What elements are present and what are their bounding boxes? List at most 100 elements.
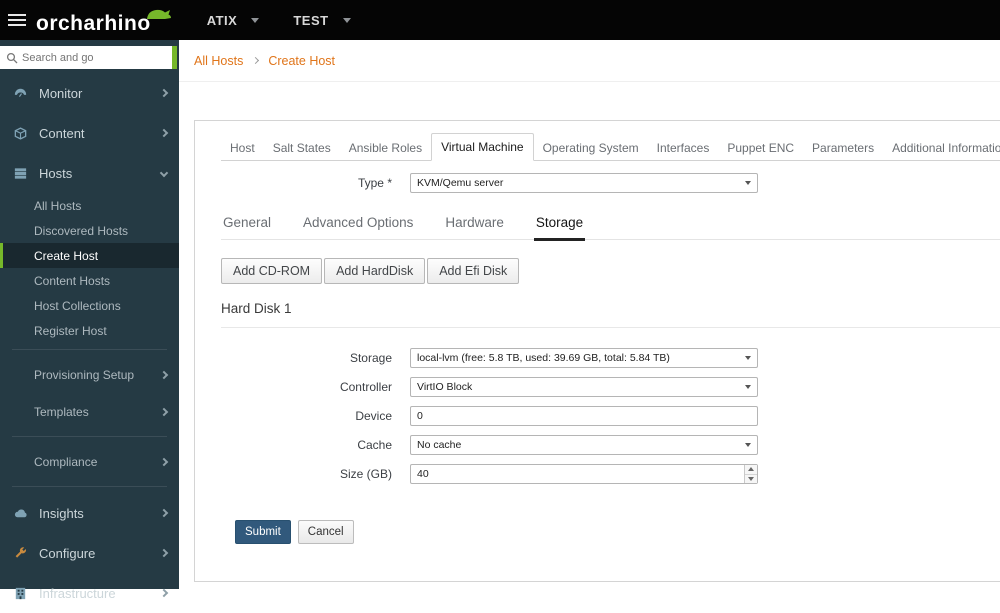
host-form-tabs: Host Salt States Ansible Roles Virtual M… [221, 133, 1000, 161]
subtab-storage[interactable]: Storage [533, 209, 586, 241]
sidebar-item-label: Register Host [34, 323, 107, 338]
chevron-right-icon [252, 56, 260, 65]
chevron-right-icon [159, 457, 169, 466]
divider [12, 436, 167, 437]
storage-field-row: Storage local-lvm (free: 5.8 TB, used: 3… [221, 348, 1000, 368]
compute-type-value: KVM/Qemu server [417, 177, 504, 189]
sidebar-item-label: Compliance [34, 454, 98, 469]
stepper-down-icon[interactable] [745, 473, 757, 484]
create-host-form-card: Host Salt States Ansible Roles Virtual M… [194, 120, 1000, 582]
chevron-right-icon [159, 588, 169, 598]
compute-type-select[interactable]: KVM/Qemu server [410, 173, 758, 193]
cancel-button[interactable]: Cancel [297, 520, 354, 544]
storage-field-label: Storage [349, 351, 392, 365]
sidebar-item-label: Create Host [34, 248, 99, 263]
location-menu[interactable]: TEST [293, 12, 351, 28]
tab-host[interactable]: Host [221, 135, 264, 161]
sidebar-item-host-collections[interactable]: Host Collections [0, 293, 179, 318]
tab-operating-system[interactable]: Operating System [534, 135, 648, 161]
size-field-label: Size (GB) [339, 467, 392, 481]
sidebar-item-configure[interactable]: Configure [0, 533, 179, 573]
sidebar-item-create-host[interactable]: Create Host [0, 243, 179, 268]
chevron-right-icon [159, 508, 169, 518]
tab-parameters[interactable]: Parameters [803, 135, 883, 161]
add-device-buttons: Add CD-ROM Add HardDisk Add Efi Disk [221, 258, 1000, 284]
form-actions: Submit Cancel [235, 520, 1000, 544]
sidebar-item-label: Content [39, 125, 85, 141]
cloud-icon [12, 506, 29, 521]
chevron-right-icon [159, 407, 169, 416]
sidebar-item-compliance[interactable]: Compliance [0, 443, 179, 480]
caret-down-icon [745, 443, 751, 447]
subtab-advanced-options[interactable]: Advanced Options [301, 209, 415, 239]
search-go-button[interactable] [172, 46, 177, 69]
menu-toggle-icon[interactable] [0, 0, 34, 40]
size-field-row: Size (GB) [221, 464, 1000, 484]
sidebar-item-label: Monitor [39, 85, 83, 101]
size-gb-input[interactable] [410, 464, 758, 484]
breadcrumb-all-hosts[interactable]: All Hosts [194, 54, 243, 68]
cache-field-label: Cache [357, 438, 392, 452]
sidebar-item-discovered-hosts[interactable]: Discovered Hosts [0, 218, 179, 243]
caret-down-icon [745, 181, 751, 185]
rhino-logo-icon [145, 6, 173, 26]
add-cdrom-button[interactable]: Add CD-ROM [221, 258, 323, 284]
number-stepper [744, 465, 757, 483]
sidebar-item-hosts[interactable]: Hosts [0, 153, 179, 193]
tab-interfaces[interactable]: Interfaces [648, 135, 719, 161]
sidebar-item-all-hosts[interactable]: All Hosts [0, 193, 179, 218]
storage-select[interactable]: local-lvm (free: 5.8 TB, used: 39.69 GB,… [410, 348, 758, 368]
submit-button[interactable]: Submit [235, 520, 291, 544]
device-input[interactable] [410, 406, 758, 426]
tab-puppet-enc[interactable]: Puppet ENC [718, 135, 803, 161]
stepper-up-icon[interactable] [745, 465, 757, 474]
breadcrumb-create-host: Create Host [268, 53, 336, 68]
controller-field-row: Controller VirtIO Block [221, 377, 1000, 397]
caret-down-icon [342, 17, 351, 23]
sidebar-item-infrastructure[interactable]: Infrastructure [0, 573, 179, 613]
tab-additional-information[interactable]: Additional Information [883, 135, 1000, 161]
sidebar-item-monitor[interactable]: Monitor [0, 73, 179, 113]
divider [221, 327, 1000, 328]
brand-logo[interactable]: orcharhino [36, 6, 173, 34]
org-menu[interactable]: ATIX [207, 13, 260, 28]
sidebar-item-label: Hosts [39, 165, 73, 181]
sidebar-item-insights[interactable]: Insights [0, 493, 179, 533]
gauge-icon [12, 86, 29, 101]
sidebar-item-label: Content Hosts [34, 273, 111, 288]
hard-disk-title: Hard Disk 1 [221, 301, 292, 316]
divider [12, 349, 167, 350]
org-menu-label: ATIX [206, 12, 238, 28]
chevron-right-icon [159, 128, 169, 138]
hard-disk-form: Storage local-lvm (free: 5.8 TB, used: 3… [221, 348, 1000, 484]
controller-select[interactable]: VirtIO Block [410, 377, 758, 397]
cache-select[interactable]: No cache [410, 435, 758, 455]
sidebar-item-register-host[interactable]: Register Host [0, 318, 179, 343]
top-navbar: orcharhino ATIX TEST [0, 0, 1000, 40]
tab-virtual-machine[interactable]: Virtual Machine [431, 133, 534, 161]
search-input[interactable] [22, 51, 172, 64]
caret-down-icon [745, 356, 751, 360]
storage-value: local-lvm (free: 5.8 TB, used: 39.69 GB,… [417, 352, 670, 364]
subtab-hardware[interactable]: Hardware [443, 209, 506, 239]
sidebar-item-templates[interactable]: Templates [0, 393, 179, 430]
type-field-row: Type * KVM/Qemu server [221, 173, 1000, 193]
sidebar-item-content-hosts[interactable]: Content Hosts [0, 268, 179, 293]
divider [12, 486, 167, 487]
sidebar-item-label: Provisioning Setup [34, 367, 135, 382]
tab-ansible-roles[interactable]: Ansible Roles [340, 135, 431, 161]
add-efi-disk-button[interactable]: Add Efi Disk [427, 258, 520, 284]
sidebar-item-label: All Hosts [34, 198, 82, 213]
caret-down-icon [251, 17, 260, 23]
brand-text: orcharhino [36, 12, 151, 35]
add-harddisk-button[interactable]: Add HardDisk [324, 258, 426, 284]
tab-salt-states[interactable]: Salt States [264, 135, 340, 161]
chevron-right-icon [159, 548, 169, 558]
sidebar-item-provisioning-setup[interactable]: Provisioning Setup [0, 356, 179, 393]
sidebar-item-label: Configure [39, 545, 96, 561]
location-menu-label: TEST [293, 12, 329, 28]
server-icon [12, 166, 29, 181]
sidebar-item-content[interactable]: Content [0, 113, 179, 153]
search-icon [6, 52, 18, 63]
subtab-general[interactable]: General [221, 209, 273, 239]
